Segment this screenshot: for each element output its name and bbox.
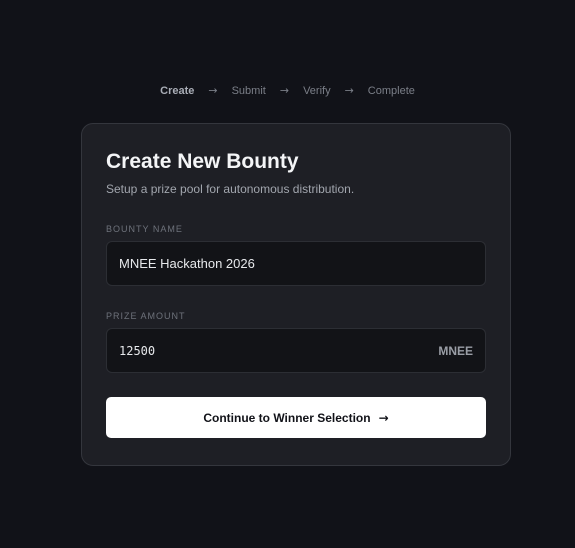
step-complete: Complete	[367, 84, 415, 97]
arrow-right-icon: →	[378, 410, 389, 425]
create-bounty-card: Create New Bounty Setup a prize pool for…	[81, 123, 511, 466]
progress-stepper: Create → Submit → Verify → Complete	[0, 84, 575, 97]
step-create: Create	[160, 84, 195, 97]
page: Create → Submit → Verify → Complete Crea…	[0, 0, 575, 548]
bounty-name-input[interactable]	[119, 256, 473, 271]
continue-button-label: Continue to Winner Selection	[203, 410, 371, 425]
step-submit: Submit	[231, 84, 266, 97]
arrow-right-icon: →	[344, 84, 354, 97]
card-title: Create New Bounty	[106, 150, 299, 173]
bounty-name-label: BOUNTY NAME	[106, 224, 183, 234]
continue-button[interactable]: Continue to Winner Selection →	[106, 397, 486, 438]
arrow-right-icon: →	[208, 84, 218, 97]
prize-amount-label: PRIZE AMOUNT	[106, 311, 186, 321]
prize-amount-field[interactable]: MNEE	[106, 328, 486, 373]
currency-suffix: MNEE	[438, 343, 473, 358]
step-verify: Verify	[303, 84, 331, 97]
bounty-name-field[interactable]	[106, 241, 486, 286]
card-subtitle: Setup a prize pool for autonomous distri…	[106, 182, 355, 196]
arrow-right-icon: →	[279, 84, 290, 97]
prize-amount-input[interactable]	[119, 343, 439, 358]
